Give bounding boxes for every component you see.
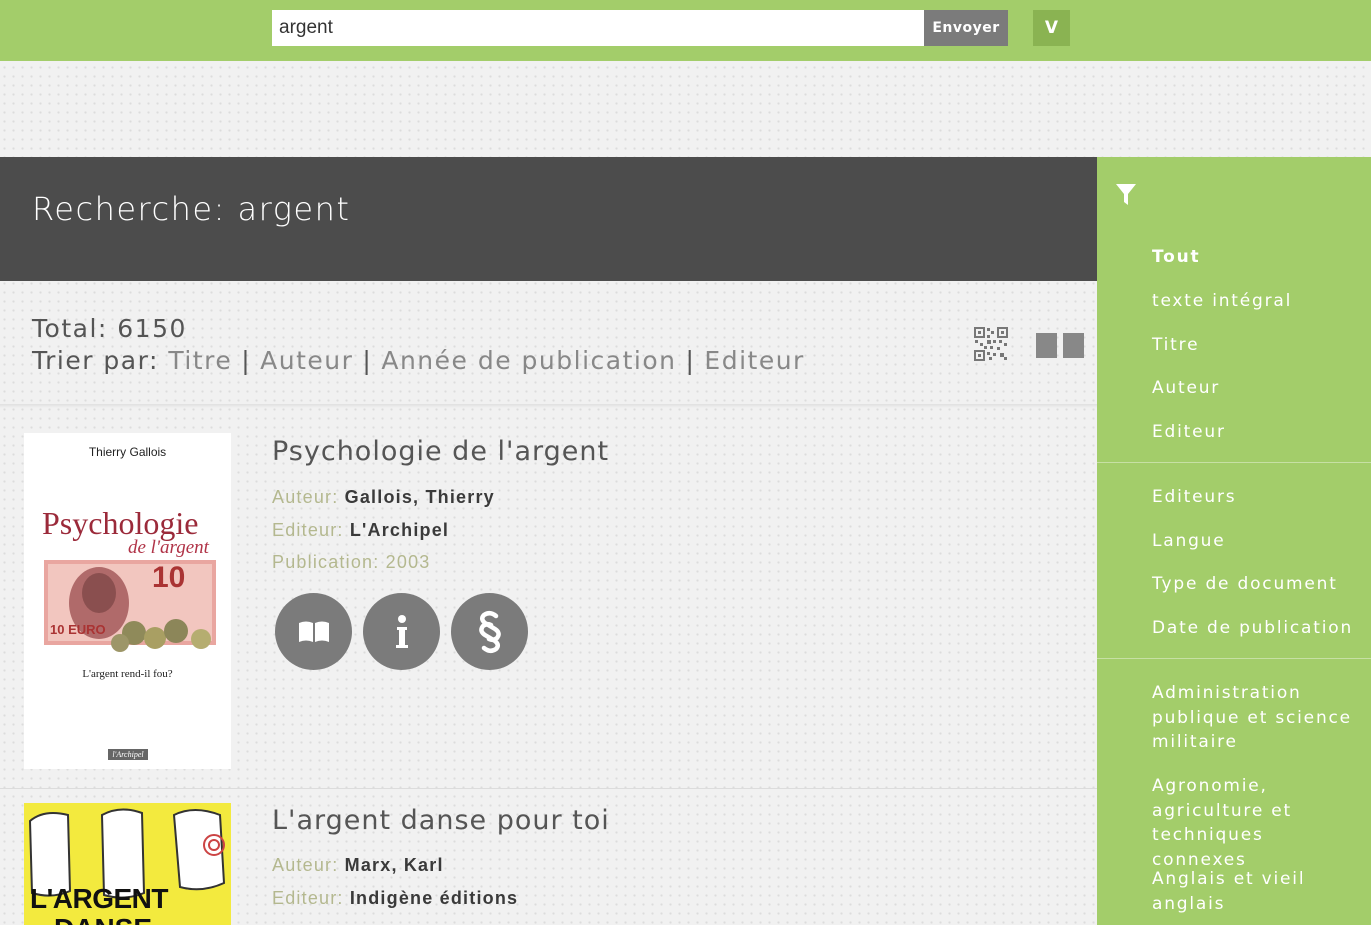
sidebar-item-all[interactable]: Tout: [1152, 245, 1357, 270]
sidebar-divider: [1097, 658, 1371, 659]
sidebar-subject-public-administration[interactable]: Administration publique et science milit…: [1152, 681, 1357, 755]
info-button[interactable]: [363, 593, 440, 670]
search-submit-button[interactable]: Envoyer: [924, 10, 1008, 46]
sidebar-subject-english[interactable]: Anglais et vieil anglais: [1152, 867, 1357, 916]
sidebar-item-publisher[interactable]: Editeur: [1152, 420, 1357, 445]
cover-tagline: L'argent rend-il fou?: [82, 668, 173, 680]
section-button[interactable]: [451, 593, 528, 670]
result-author-row: Auteur: Marx, Karl: [272, 855, 444, 876]
search-input[interactable]: [272, 10, 924, 46]
info-icon: [395, 614, 408, 648]
sidebar-subject-agronomy[interactable]: Agronomie, agriculture et techniques con…: [1152, 774, 1357, 872]
book-cover[interactable]: Thierry Gallois Psychologie de l'argent …: [24, 433, 231, 769]
author-label: Auteur:: [272, 487, 339, 507]
sort-separator: |: [362, 346, 373, 375]
qr-code-icon[interactable]: [973, 326, 1009, 362]
result-title-link[interactable]: Psychologie de l'argent: [272, 436, 609, 467]
result-publisher-row: Editeur: Indigène éditions: [272, 888, 518, 909]
sidebar-item-publication-date[interactable]: Date de publication: [1152, 616, 1357, 641]
result-divider: [0, 788, 1097, 789]
meta-divider: [0, 404, 1097, 408]
sidebar-item-language[interactable]: Langue: [1152, 529, 1357, 554]
results-total: Total: 6150: [32, 314, 187, 343]
publisher-label: Editeur:: [272, 520, 344, 540]
sidebar-item-publishers[interactable]: Editeurs: [1152, 485, 1357, 510]
result-publisher-row: Editeur: L'Archipel: [272, 520, 449, 541]
advanced-search-toggle[interactable]: V: [1033, 10, 1070, 46]
cover-banknote-value: 10: [152, 561, 186, 594]
book-cover[interactable]: L'ARGENT DANSE: [24, 803, 231, 925]
author-label: Auteur:: [272, 855, 339, 875]
cover-image: [24, 433, 231, 769]
grid-view-cell: [1063, 333, 1084, 358]
chevron-down-icon: V: [1044, 18, 1059, 38]
sort-by-publisher-link[interactable]: Editeur: [704, 346, 804, 375]
sidebar-item-title[interactable]: Titre: [1152, 333, 1357, 358]
sidebar-item-document-type[interactable]: Type de document: [1152, 572, 1357, 597]
sort-by-title-link[interactable]: Titre: [168, 346, 232, 375]
cover-title: L'ARGENT: [30, 883, 168, 914]
sidebar-divider: [1097, 462, 1371, 463]
publisher-label: Editeur:: [272, 888, 344, 908]
sidebar-item-author[interactable]: Auteur: [1152, 376, 1357, 401]
sort-by-author-link[interactable]: Auteur: [260, 346, 353, 375]
cover-subtitle: de l'argent: [128, 537, 209, 558]
publisher-link[interactable]: L'Archipel: [350, 520, 449, 540]
cover-euro-label: 10 EURO: [50, 622, 106, 637]
author-link[interactable]: Marx, Karl: [345, 855, 444, 875]
sort-separator: |: [241, 346, 252, 375]
cover-subtitle: DANSE: [54, 913, 152, 925]
cover-publisher-logo: l'Archipel: [112, 750, 144, 759]
grid-view-cell: [1036, 333, 1057, 358]
sort-separator: |: [685, 346, 696, 375]
author-link[interactable]: Gallois, Thierry: [345, 487, 495, 507]
publisher-link[interactable]: Indigène éditions: [350, 888, 518, 908]
read-button[interactable]: [275, 593, 352, 670]
sort-bar: Trier par: Titre | Auteur | Année de publica…: [32, 346, 805, 375]
section-sign-icon: [478, 610, 501, 653]
result-author-row: Auteur: Gallois, Thierry: [272, 487, 495, 508]
result-title-link[interactable]: L'argent danse pour toi: [272, 805, 610, 836]
filter-icon[interactable]: [1116, 184, 1136, 206]
grid-view-icon[interactable]: [1036, 333, 1085, 358]
sort-by-year-link[interactable]: Année de publication: [381, 346, 676, 375]
page-title: Recherche: argent: [32, 190, 351, 228]
result-publication-row: Publication: 2003: [272, 552, 431, 573]
cover-author: Thierry Gallois: [88, 445, 167, 459]
publication-year: Publication: 2003: [272, 552, 431, 572]
sidebar-item-full-text[interactable]: texte intégral: [1152, 289, 1357, 314]
sort-label: Trier par:: [32, 346, 159, 375]
open-book-icon: [298, 621, 329, 642]
